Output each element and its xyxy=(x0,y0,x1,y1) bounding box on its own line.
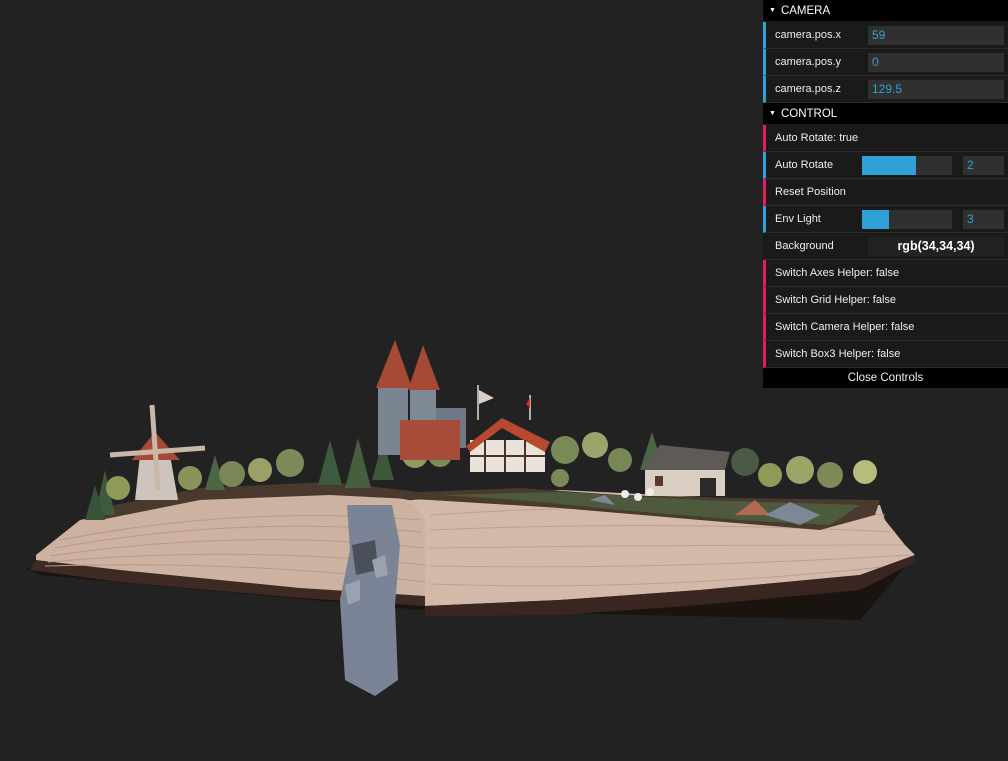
close-controls-button[interactable]: Close Controls xyxy=(763,368,1008,388)
camera-pos-y-input[interactable]: 0 xyxy=(868,53,1004,72)
control-folder-title: CONTROL xyxy=(780,108,838,120)
camera-pos-z-input[interactable]: 129.5 xyxy=(868,80,1004,99)
caret-down-icon: ▼ xyxy=(769,7,776,14)
camera-folder-header[interactable]: ▼ CAMERA xyxy=(763,0,1008,22)
env-light-input[interactable]: 3 xyxy=(963,210,1004,229)
camera-pos-x-input[interactable]: 59 xyxy=(868,26,1004,45)
env-light-label: Env Light xyxy=(775,213,821,225)
timber-house xyxy=(466,418,550,472)
env-light-slider[interactable] xyxy=(862,210,952,229)
camera-pos-x-row: camera.pos.x 59 xyxy=(763,22,1008,49)
auto-rotate-slider[interactable] xyxy=(862,156,952,175)
switch-box3-helper-button[interactable]: Switch Box3 Helper: false xyxy=(763,341,1008,368)
auto-rotate-slider-fill xyxy=(862,156,916,175)
env-light-slider-fill xyxy=(862,210,889,229)
auto-rotate-speed-row: Auto Rotate 2 xyxy=(763,152,1008,179)
reset-position-label: Reset Position xyxy=(775,186,846,198)
caret-down-icon: ▼ xyxy=(769,110,776,117)
camera-pos-y-row: camera.pos.y 0 xyxy=(763,49,1008,76)
env-light-row: Env Light 3 xyxy=(763,206,1008,233)
switch-box3-helper-label: Switch Box3 Helper: false xyxy=(775,348,901,360)
camera-pos-x-label: camera.pos.x xyxy=(775,29,842,41)
controls-panel: ▼ CAMERA camera.pos.x 59 camera.pos.y 0 c… xyxy=(763,0,1008,388)
auto-rotate-speed-label: Auto Rotate xyxy=(775,159,834,171)
switch-camera-helper-button[interactable]: Switch Camera Helper: false xyxy=(763,314,1008,341)
camera-pos-z-row: camera.pos.z 129.5 xyxy=(763,76,1008,103)
book-model xyxy=(26,482,915,620)
auto-rotate-input[interactable]: 2 xyxy=(963,156,1004,175)
camera-pos-z-label: camera.pos.z xyxy=(775,83,842,95)
switch-camera-helper-label: Switch Camera Helper: false xyxy=(775,321,915,333)
camera-pos-y-label: camera.pos.y xyxy=(775,56,842,68)
background-label: Background xyxy=(775,240,834,252)
waterfall xyxy=(340,505,400,696)
auto-rotate-toggle-label: Auto Rotate: true xyxy=(775,132,859,144)
switch-grid-helper-button[interactable]: Switch Grid Helper: false xyxy=(763,287,1008,314)
switch-axes-helper-label: Switch Axes Helper: false xyxy=(775,267,900,279)
background-color-picker[interactable]: rgb(34,34,34) xyxy=(868,237,1004,256)
background-row: Background rgb(34,34,34) xyxy=(763,233,1008,260)
switch-grid-helper-label: Switch Grid Helper: false xyxy=(775,294,897,306)
camera-folder-title: CAMERA xyxy=(780,5,831,17)
reset-position-button[interactable]: Reset Position xyxy=(763,179,1008,206)
auto-rotate-toggle-button[interactable]: Auto Rotate: true xyxy=(763,125,1008,152)
switch-axes-helper-button[interactable]: Switch Axes Helper: false xyxy=(763,260,1008,287)
control-folder-header[interactable]: ▼ CONTROL xyxy=(763,103,1008,125)
